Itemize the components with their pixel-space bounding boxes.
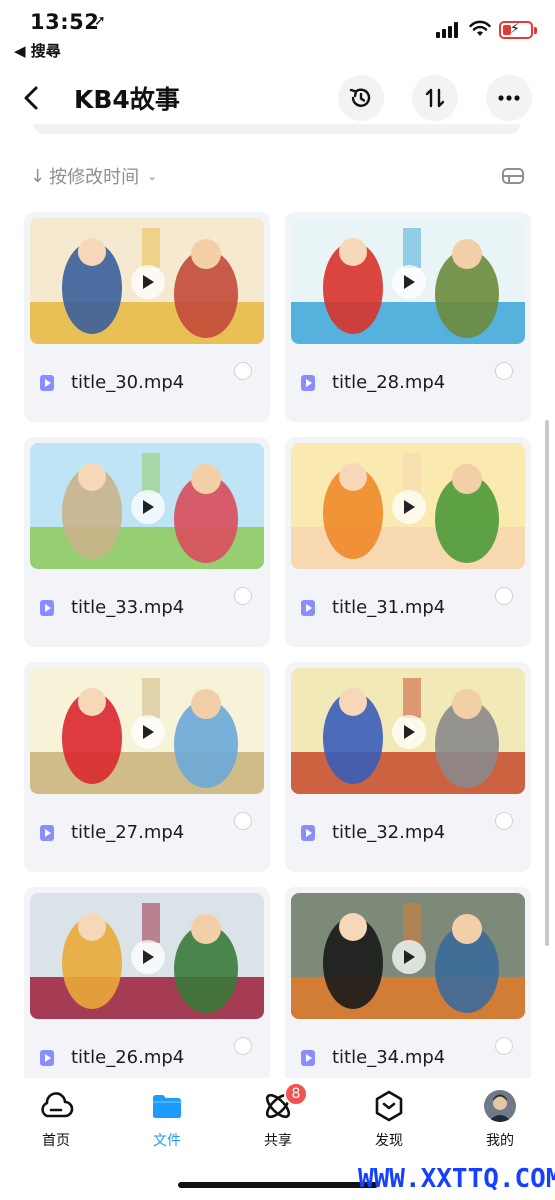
file-card[interactable]: title_31.mp4 xyxy=(285,437,531,647)
file-name: title_28.mp4 xyxy=(332,372,446,393)
history-icon xyxy=(349,88,371,107)
tab-home-label: 首页 xyxy=(42,1133,70,1149)
watermark-text: WWW.XXTTQ.COM xyxy=(358,1164,555,1194)
select-checkbox[interactable] xyxy=(234,362,252,380)
file-card[interactable]: title_26.mp4 xyxy=(24,887,270,1080)
page-title: KB4故事 xyxy=(74,85,180,114)
cellular-signal-icon xyxy=(436,22,460,38)
select-checkbox[interactable] xyxy=(234,812,252,830)
tab-share[interactable]: 8 共享 xyxy=(238,1082,318,1150)
back-icon[interactable] xyxy=(16,82,48,114)
select-checkbox[interactable] xyxy=(495,812,513,830)
select-checkbox[interactable] xyxy=(234,1037,252,1055)
video-file-icon xyxy=(40,374,54,391)
battery-icon: ⚡ xyxy=(499,21,537,39)
select-checkbox[interactable] xyxy=(495,362,513,380)
cloud-icon xyxy=(41,1092,74,1118)
status-time: 13:52 xyxy=(30,10,100,34)
file-name: title_27.mp4 xyxy=(71,822,185,843)
play-icon xyxy=(131,265,165,299)
video-thumbnail[interactable] xyxy=(291,893,525,1019)
search-area-edge xyxy=(34,124,520,134)
file-card[interactable]: title_28.mp4 xyxy=(285,212,531,422)
chevron-down-icon: ⌄ xyxy=(147,169,158,183)
status-bar: 13:52 ➚ ◀ 搜尋 ⚡ xyxy=(0,0,555,64)
tab-files-label: 文件 xyxy=(153,1133,181,1149)
folder-icon xyxy=(153,1095,181,1118)
back-to-app-link[interactable]: ◀ 搜尋 xyxy=(14,40,61,61)
video-file-icon xyxy=(40,1049,54,1066)
tab-discover[interactable]: 发现 xyxy=(349,1088,429,1150)
select-checkbox[interactable] xyxy=(234,587,252,605)
file-name: title_33.mp4 xyxy=(71,597,185,618)
play-icon xyxy=(131,490,165,524)
history-button[interactable] xyxy=(338,75,384,121)
file-card[interactable]: title_27.mp4 xyxy=(24,662,270,872)
sort-label: 按修改时间 xyxy=(49,167,140,188)
sort-icon xyxy=(425,88,445,108)
play-icon xyxy=(131,940,165,974)
video-file-icon xyxy=(40,824,54,841)
file-grid: title_30.mp4 title_28.mp4 title_33.mp4 titl… xyxy=(24,212,532,1080)
wifi-icon xyxy=(469,20,491,36)
sort-direction-icon: ↓ xyxy=(30,165,46,187)
video-file-icon xyxy=(301,824,315,841)
scrollbar[interactable] xyxy=(545,420,549,946)
tab-discover-label: 发现 xyxy=(375,1133,403,1149)
tab-me[interactable]: 我的 xyxy=(460,1088,540,1150)
sort-button[interactable] xyxy=(412,75,458,121)
sort-selector[interactable]: ↓ 按修改时间 ⌄ xyxy=(30,160,157,192)
file-name: title_34.mp4 xyxy=(332,1047,446,1068)
file-name: title_32.mp4 xyxy=(332,822,446,843)
select-checkbox[interactable] xyxy=(495,587,513,605)
video-file-icon xyxy=(40,599,54,616)
more-button[interactable] xyxy=(486,75,532,121)
play-icon xyxy=(392,490,426,524)
home-indicator xyxy=(178,1182,378,1188)
file-card[interactable]: title_30.mp4 xyxy=(24,212,270,422)
video-thumbnail[interactable] xyxy=(30,218,264,344)
tab-home[interactable]: 首页 xyxy=(16,1088,96,1150)
play-icon xyxy=(131,715,165,749)
file-card[interactable]: title_32.mp4 xyxy=(285,662,531,872)
video-file-icon xyxy=(301,599,315,616)
video-thumbnail[interactable] xyxy=(30,443,264,569)
video-thumbnail[interactable] xyxy=(30,893,264,1019)
avatar xyxy=(484,1090,516,1122)
tab-me-label: 我的 xyxy=(486,1133,514,1149)
file-card[interactable]: title_34.mp4 xyxy=(285,887,531,1080)
file-name: title_31.mp4 xyxy=(332,597,446,618)
play-icon xyxy=(392,940,426,974)
tab-share-label: 共享 xyxy=(264,1133,292,1149)
select-checkbox[interactable] xyxy=(495,1037,513,1055)
file-name: title_30.mp4 xyxy=(71,372,185,393)
list-view-icon[interactable] xyxy=(501,166,525,186)
video-file-icon xyxy=(301,1049,315,1066)
video-thumbnail[interactable] xyxy=(30,668,264,794)
top-nav-bar: KB4故事 xyxy=(0,70,555,126)
play-icon xyxy=(392,715,426,749)
file-name: title_26.mp4 xyxy=(71,1047,185,1068)
play-icon xyxy=(392,265,426,299)
discover-box-icon xyxy=(375,1090,403,1122)
share-badge: 8 xyxy=(284,1082,308,1106)
video-file-icon xyxy=(301,374,315,391)
video-thumbnail[interactable] xyxy=(291,668,525,794)
video-thumbnail[interactable] xyxy=(291,218,525,344)
tab-files[interactable]: 文件 xyxy=(127,1088,207,1150)
video-thumbnail[interactable] xyxy=(291,443,525,569)
file-card[interactable]: title_33.mp4 xyxy=(24,437,270,647)
more-icon xyxy=(498,95,520,101)
location-arrow-icon: ➚ xyxy=(94,13,106,29)
